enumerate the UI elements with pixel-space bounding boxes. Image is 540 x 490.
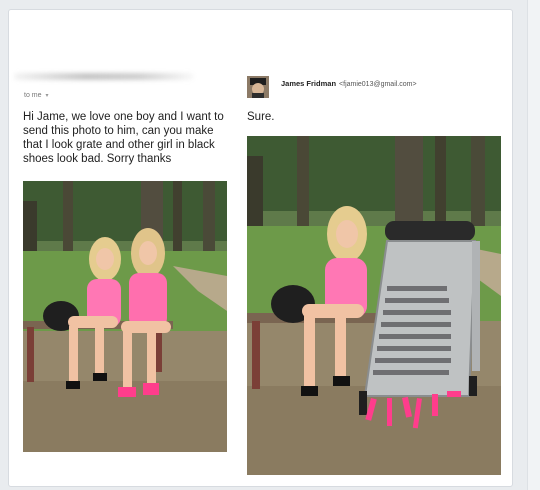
sender-email: <fjamie013@gmail.com> (339, 81, 417, 88)
original-photo (23, 181, 227, 452)
edited-photo (247, 136, 501, 475)
sender-line: James Fridman <fjamie013@gmail.com> (281, 79, 417, 88)
message-body: Hi Jame, we love one boy and I want to s… (23, 111, 224, 165)
reply-body: Sure. (247, 111, 275, 123)
blurred-sender-name (14, 73, 194, 80)
sender-name: James Fridman (281, 79, 337, 88)
avatar-icon[interactable] (247, 76, 269, 98)
to-me-label: to me (24, 92, 42, 99)
recipient-line[interactable]: to me ▾ (24, 92, 48, 99)
scrollbar[interactable] (527, 0, 540, 490)
chevron-down-icon[interactable]: ▾ (45, 93, 48, 99)
